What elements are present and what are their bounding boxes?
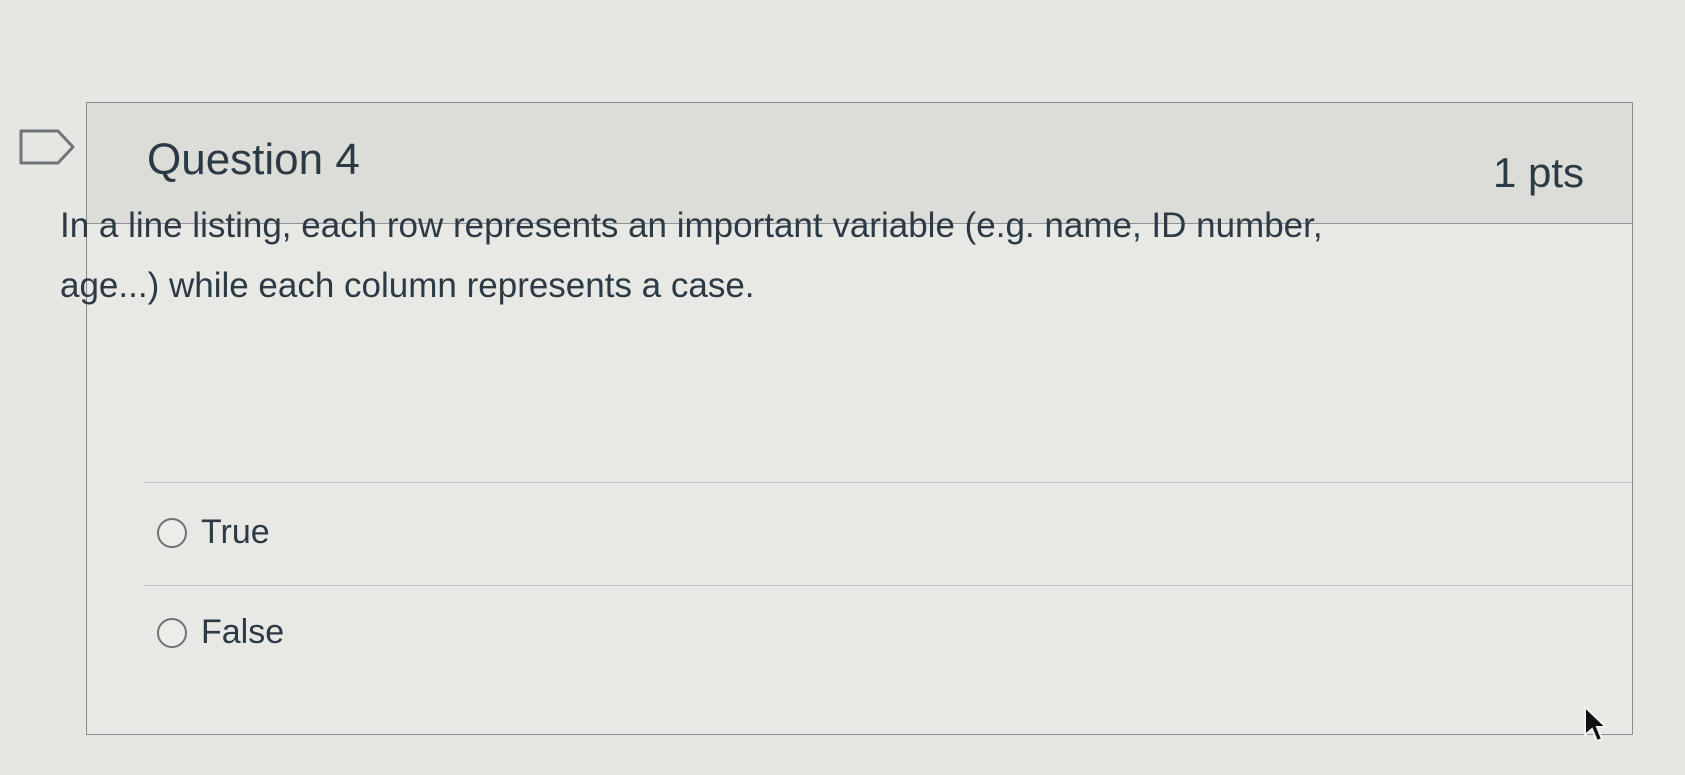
- radio-button-false[interactable]: [157, 617, 187, 648]
- flag-question-icon[interactable]: [18, 128, 76, 166]
- question-title: Question 4: [147, 135, 360, 184]
- answer-label-true: True: [201, 513, 270, 551]
- answer-label-false: False: [201, 613, 285, 651]
- radio-button-true[interactable]: [157, 517, 187, 548]
- question-points: 1 pts: [1492, 149, 1584, 196]
- answer-false[interactable]: False: [157, 613, 284, 652]
- answer-true[interactable]: True: [157, 513, 270, 552]
- answer-divider: [144, 482, 1632, 483]
- mouse-pointer-icon: [1584, 705, 1608, 743]
- question-text: In a line listing, each row represents a…: [60, 206, 1323, 305]
- answer-divider: [144, 585, 1632, 586]
